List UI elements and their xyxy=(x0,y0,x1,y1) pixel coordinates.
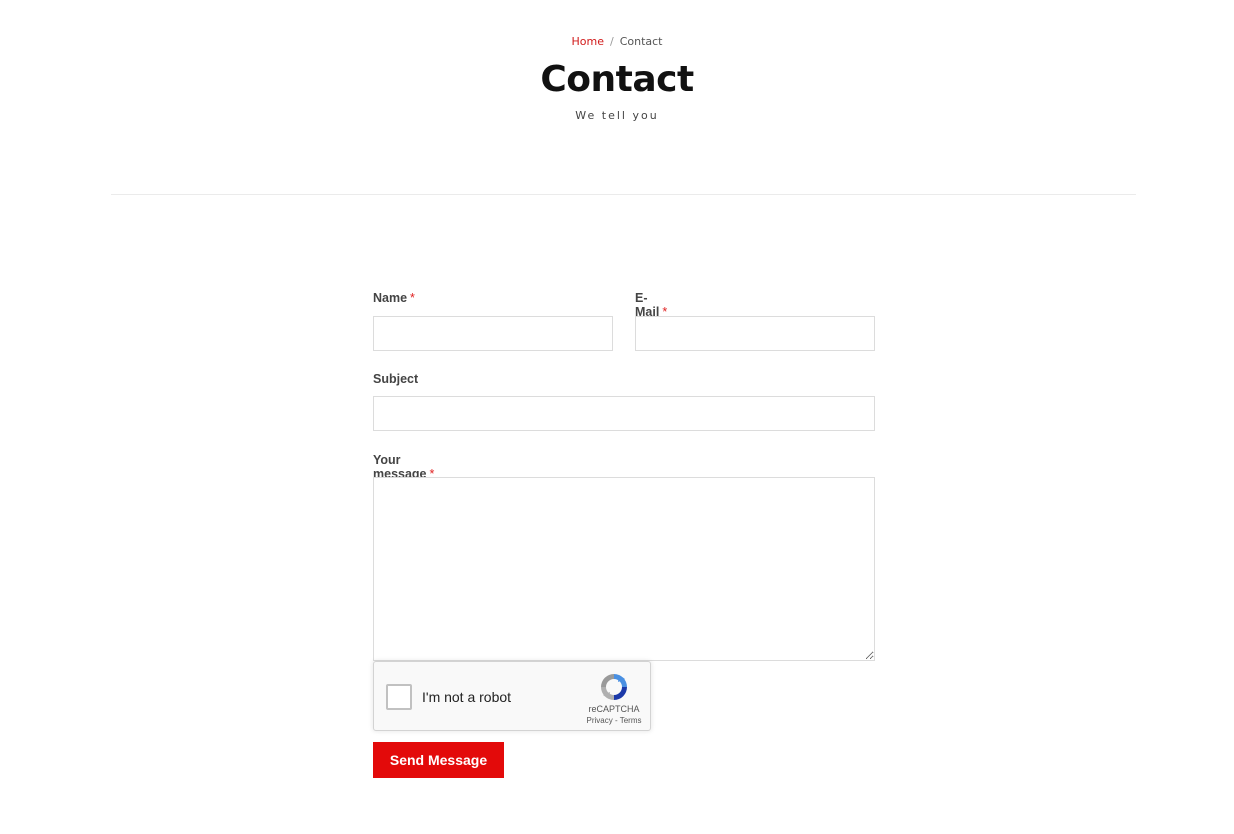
page-subtitle: We tell you xyxy=(575,109,659,122)
subject-label-text: Subject xyxy=(373,372,419,386)
breadcrumb-separator: / xyxy=(609,35,614,48)
name-field[interactable] xyxy=(373,316,613,351)
subject-field[interactable] xyxy=(373,396,875,431)
email-field[interactable] xyxy=(635,316,875,351)
recaptcha-logo-icon xyxy=(601,674,627,700)
name-label-text: Name xyxy=(373,291,408,305)
recaptcha-widget: I'm not a robot reCAPTCHA Privacy - Term… xyxy=(373,661,651,731)
breadcrumb-home-link[interactable]: Home xyxy=(572,35,604,48)
name-required-marker: * xyxy=(410,291,415,305)
recaptcha-privacy-terms-links[interactable]: Privacy - Terms xyxy=(570,716,658,725)
name-label: Name * xyxy=(373,291,415,305)
breadcrumb-current: Contact xyxy=(619,35,663,48)
subject-label: Subject xyxy=(373,372,418,386)
message-textarea[interactable] xyxy=(373,477,875,661)
send-message-button[interactable]: Send Message xyxy=(373,742,504,778)
page-title: Contact xyxy=(540,59,694,100)
contact-page: Home / Contact Contact We tell you Name * E… xyxy=(0,0,1234,834)
header-divider xyxy=(111,194,1136,195)
email-label-text: E-Mail xyxy=(635,291,660,319)
recaptcha-brand: reCAPTCHA xyxy=(588,704,640,714)
recaptcha-checkbox[interactable] xyxy=(386,684,412,710)
recaptcha-label: I'm not a robot xyxy=(422,689,512,705)
breadcrumb: Home / Contact xyxy=(0,35,1234,48)
email-label: E-Mail * xyxy=(635,291,667,319)
